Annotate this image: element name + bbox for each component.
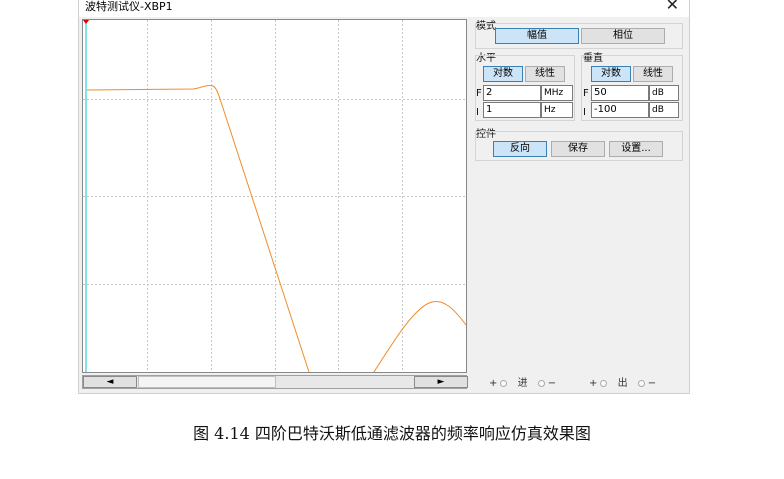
scroll-left-button[interactable]: ◄ [83,376,137,388]
title-bar: 波特测试仪-XBP1 ✕ [79,0,689,17]
cursor-marker-icon [83,20,89,24]
arrow-left-icon: ◄ [106,377,114,387]
save-button[interactable]: 保存 [551,141,605,157]
out-plus-terminal-icon[interactable] [600,379,608,387]
horizontal-final-label: F [476,88,482,99]
in-plus-terminal-icon[interactable] [500,379,508,387]
in-plus-label: + [489,378,498,389]
vertical-initial-input[interactable]: -100 [591,102,649,118]
in-label: 进 [517,378,528,389]
reverse-button[interactable]: 反向 [493,141,547,157]
scroll-thumb[interactable] [138,376,276,388]
vertical-final-unit[interactable]: dB [649,85,679,101]
vertical-final-label: F [583,88,589,99]
vertical-final-input[interactable]: 50 [591,85,649,101]
horizontal-initial-unit[interactable]: Hz [541,102,573,118]
vertical-initial-label: I [583,107,586,118]
horizontal-scrollbar[interactable]: ◄ ► [82,375,468,389]
scroll-right-button[interactable]: ► [414,376,468,388]
bode-plotter-window: 波特测试仪-XBP1 ✕ ◄ ► 模式 幅值 相位 水平 对数 线性 F 2 M… [78,0,690,394]
arrow-right-icon: ► [437,377,445,387]
horizontal-initial-input[interactable]: 1 [483,102,541,118]
window-title: 波特测试仪-XBP1 [85,0,173,13]
magnitude-button[interactable]: 幅值 [495,28,579,44]
output-terminals: + 出 − [589,374,656,389]
out-minus-terminal-icon[interactable] [637,379,645,387]
out-minus-label: − [647,378,657,389]
in-minus-label: − [547,378,557,389]
figure-caption: 图 4.14 四阶巴特沃斯低通滤波器的频率响应仿真效果图 [193,424,591,443]
input-terminals: + 进 − [489,374,556,389]
horizontal-linear-button[interactable]: 线性 [525,66,565,82]
settings-button[interactable]: 设置... [609,141,663,157]
magnitude-trace-rebound [373,301,466,372]
in-minus-terminal-icon[interactable] [537,379,545,387]
out-label: 出 [617,378,628,389]
bode-plot-area[interactable] [82,19,467,373]
horizontal-final-input[interactable]: 2 [483,85,541,101]
vertical-linear-button[interactable]: 线性 [633,66,673,82]
vertical-log-button[interactable]: 对数 [591,66,631,82]
horizontal-initial-label: I [476,107,479,118]
horizontal-final-unit[interactable]: MHz [541,85,573,101]
phase-button[interactable]: 相位 [581,28,665,44]
close-icon[interactable]: ✕ [666,0,679,14]
vertical-initial-unit[interactable]: dB [649,102,679,118]
out-plus-label: + [589,378,598,389]
plot-svg [83,20,466,372]
horizontal-log-button[interactable]: 对数 [483,66,523,82]
